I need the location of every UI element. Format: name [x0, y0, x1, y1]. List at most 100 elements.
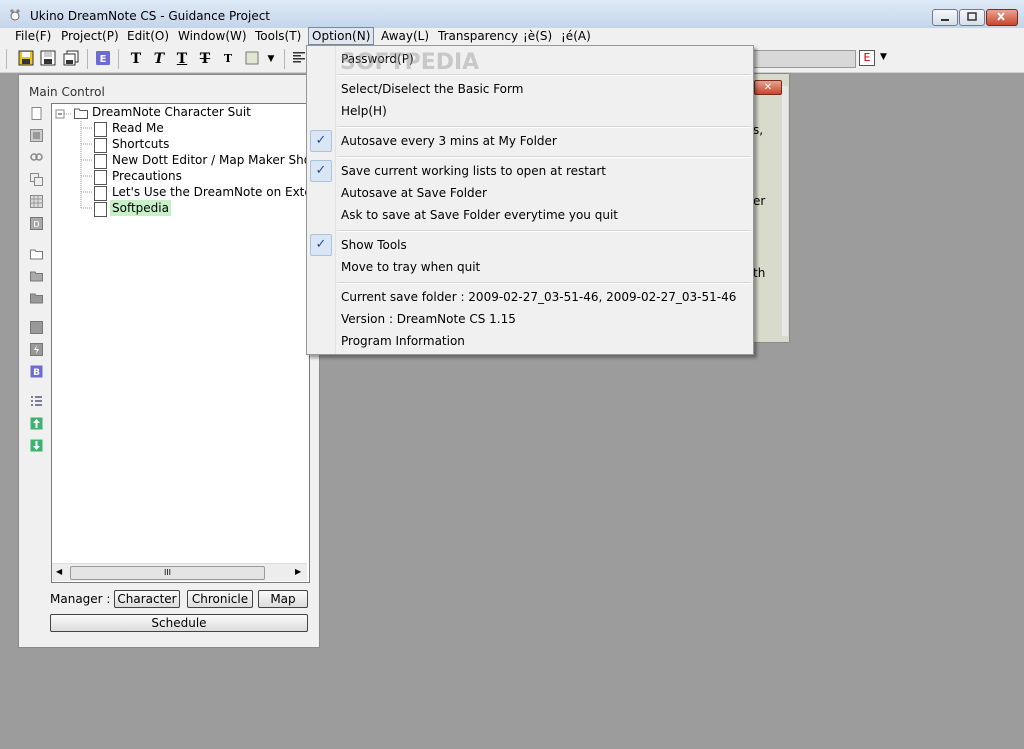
new-document-icon[interactable] [30, 107, 43, 120]
chronicle-button[interactable]: Chronicle [187, 590, 253, 608]
close-icon[interactable]: ✕ [754, 80, 782, 95]
title-bar[interactable]: Ukino DreamNote CS - Guidance Project [0, 0, 1024, 31]
character-button[interactable]: Character [114, 590, 180, 608]
menu-item-move-to-tray[interactable]: Move to tray when quit [341, 257, 480, 277]
svg-text:E: E [100, 54, 107, 65]
save-icon[interactable] [17, 50, 35, 68]
italic-text-icon[interactable]: T [150, 50, 168, 68]
toolbar-separator [87, 49, 88, 69]
menu-project[interactable]: Project(P) [58, 28, 122, 44]
underline-text-icon[interactable]: T [173, 50, 191, 68]
menu-s[interactable]: ¡è(S) [520, 28, 555, 44]
document-icon [94, 154, 107, 169]
checkmark-icon: ✓ [310, 130, 332, 152]
app-icon[interactable] [8, 8, 22, 22]
scrollbar[interactable] [782, 86, 788, 336]
document-icon [94, 202, 107, 217]
arrow-up-icon[interactable] [30, 417, 43, 430]
font-size-icon[interactable]: T [219, 50, 237, 68]
horizontal-scrollbar[interactable]: ◀ III ▶ [52, 563, 307, 581]
schedule-button[interactable]: Schedule [50, 614, 308, 632]
option-menu: Password(P) Select/Diselect the Basic Fo… [306, 45, 754, 355]
folder-icon[interactable] [30, 269, 43, 282]
chevron-down-icon[interactable]: ▼ [880, 52, 887, 62]
main-control-title: Main Control [29, 85, 105, 99]
menu-separator [337, 156, 751, 158]
menu-item-basic-form[interactable]: Select/Diselect the Basic Form [341, 79, 523, 99]
d-icon[interactable]: D [30, 217, 43, 230]
scroll-thumb[interactable]: III [70, 566, 265, 580]
menu-transparency[interactable]: Transparency [435, 28, 521, 44]
e-red-icon[interactable]: E [859, 50, 875, 66]
menu-item-ask-save[interactable]: Ask to save at Save Folder everytime you… [341, 205, 618, 225]
folder-open-icon[interactable] [30, 247, 43, 260]
strikethrough-text-icon[interactable]: T [196, 50, 214, 68]
b-icon[interactable]: B [30, 365, 43, 378]
link-icon[interactable] [30, 151, 43, 164]
toolbar-input[interactable] [752, 50, 856, 68]
document-icon [94, 138, 107, 153]
copy-icon[interactable] [30, 173, 43, 186]
save-as-icon[interactable] [39, 50, 57, 68]
menu-item-version[interactable]: Version : DreamNote CS 1.15 [341, 309, 516, 329]
grid-icon[interactable] [30, 195, 43, 208]
menu-gutter [307, 46, 336, 354]
save-all-icon[interactable] [62, 50, 80, 68]
document-tree[interactable]: DreamNote Character Suit Read Me Shortcu… [51, 103, 346, 583]
menu-file[interactable]: File(F) [12, 28, 54, 44]
tree-item[interactable]: Shortcuts [112, 136, 169, 152]
svg-text:B: B [33, 368, 40, 378]
arrow-down-icon[interactable] [30, 439, 43, 452]
lightning-icon[interactable] [30, 343, 43, 356]
document-icon [94, 186, 107, 201]
menu-window[interactable]: Window(W) [175, 28, 250, 44]
chevron-down-icon[interactable]: ▼ [262, 50, 280, 68]
minimize-button[interactable] [932, 9, 958, 26]
menu-item-autosave-save-folder[interactable]: Autosave at Save Folder [341, 183, 487, 203]
menu-away[interactable]: Away(L) [378, 28, 432, 44]
menu-item-save-lists[interactable]: Save current working lists to open at re… [341, 161, 606, 181]
main-control-panel: Main Control D B DreamNote Character Sui… [18, 74, 346, 648]
toolbar-separator [118, 49, 119, 69]
list-icon[interactable] [30, 395, 43, 408]
menu-tools[interactable]: Tools(T) [252, 28, 304, 44]
menu-item-help[interactable]: Help(H) [341, 101, 387, 121]
scroll-right-icon[interactable]: ▶ [295, 567, 301, 576]
tree-item-selected[interactable]: Softpedia [110, 200, 171, 216]
tree-item[interactable]: Precautions [112, 168, 182, 184]
side-toolbar: D B [28, 103, 48, 583]
scroll-grip: III [163, 568, 172, 577]
puzzle-icon[interactable] [30, 321, 43, 334]
checkmark-icon: ✓ [310, 160, 332, 182]
toolbar-grip [6, 49, 7, 69]
bg-text-fragment: er [753, 194, 766, 208]
toolbar-separator [284, 49, 285, 69]
scroll-left-icon[interactable]: ◀ [56, 567, 62, 576]
menu-item-autosave-my-folder[interactable]: Autosave every 3 mins at My Folder [341, 131, 557, 151]
tree-item[interactable]: Let's Use the DreamNote on Exterior Comp… [112, 184, 307, 200]
color-picker-icon[interactable] [243, 50, 261, 68]
menu-item-show-tools[interactable]: Show Tools [341, 235, 407, 255]
tree-root[interactable]: DreamNote Character Suit [92, 104, 251, 120]
bold-text-icon[interactable]: T [127, 50, 145, 68]
menu-separator [337, 282, 751, 284]
document-icon [94, 170, 107, 185]
window-title: Ukino DreamNote CS - Guidance Project [30, 9, 271, 23]
menu-separator [337, 230, 751, 232]
e-icon[interactable]: E [94, 50, 112, 68]
menu-separator [337, 126, 751, 128]
menu-option[interactable]: Option(N) [308, 27, 375, 45]
close-button[interactable] [986, 9, 1018, 26]
checkmark-icon: ✓ [310, 234, 332, 256]
tree-item[interactable]: Read Me [112, 120, 164, 136]
menu-item-program-information[interactable]: Program Information [341, 331, 465, 351]
menu-a[interactable]: ¡é(A) [558, 28, 594, 44]
maximize-button[interactable] [959, 9, 985, 26]
folder-icon[interactable] [30, 291, 43, 304]
bg-text-fragment: s, [753, 123, 764, 137]
menu-item-current-save-folder[interactable]: Current save folder : 2009-02-27_03-51-4… [341, 287, 736, 307]
pattern-icon[interactable] [30, 129, 43, 142]
svg-text:D: D [33, 220, 39, 229]
menu-edit[interactable]: Edit(O) [124, 28, 172, 44]
map-button[interactable]: Map [258, 590, 308, 608]
